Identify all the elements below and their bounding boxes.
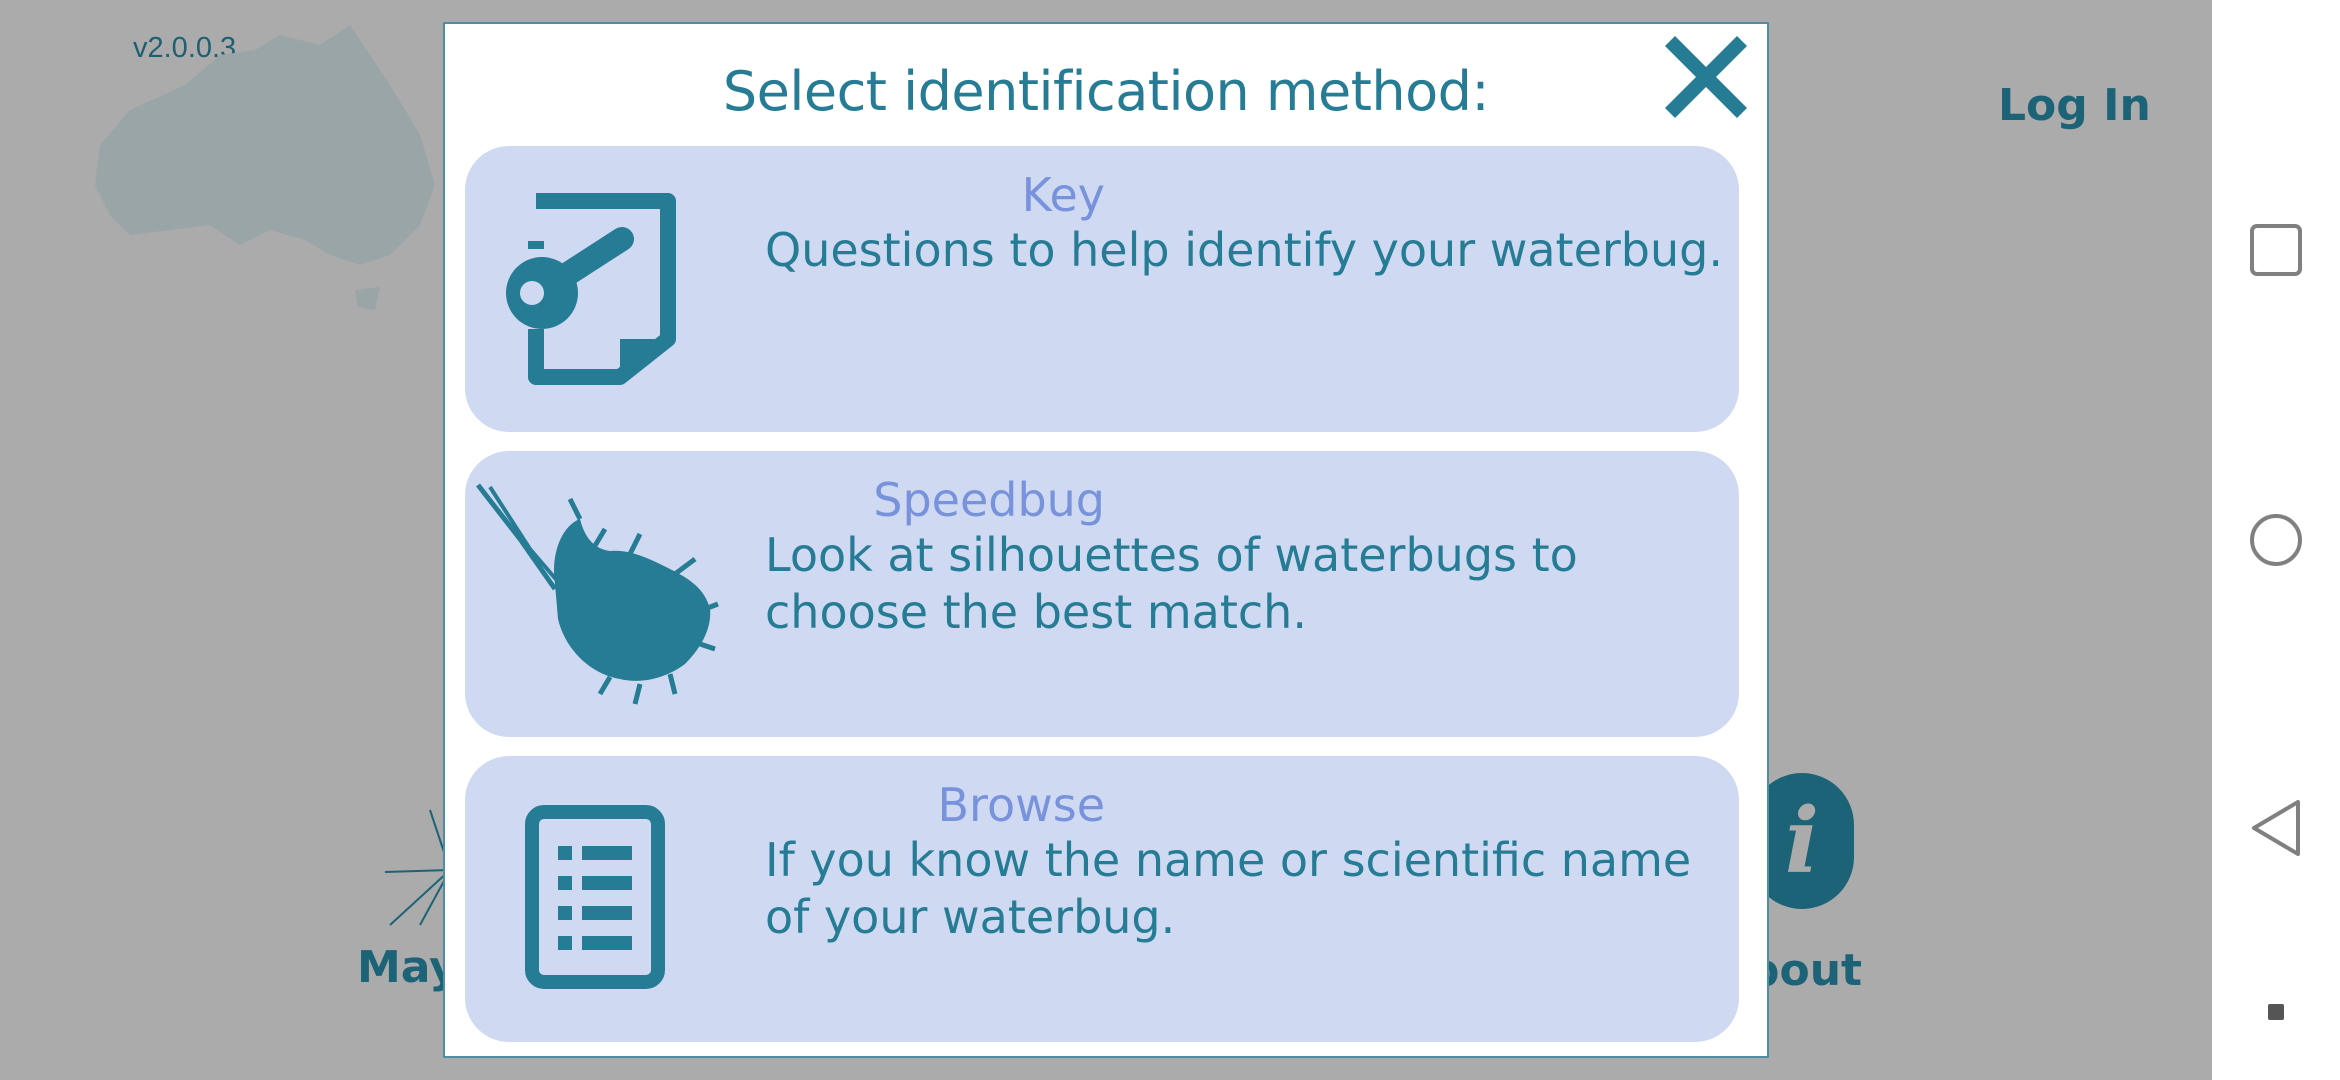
list-document-icon (465, 756, 725, 1042)
key-document-icon (465, 146, 725, 432)
info-icon: i (1784, 788, 1820, 894)
home-button[interactable] (2212, 512, 2340, 568)
option-browse-description: If you know the name or scientific name … (765, 833, 1692, 944)
option-speedbug[interactable]: Speedbug Look at silhouettes of waterbug… (465, 451, 1739, 737)
recents-icon (2250, 224, 2302, 276)
dot-indicator (2212, 1004, 2340, 1020)
option-speedbug-description: Look at silhouettes of waterbugs to choo… (765, 528, 1578, 639)
identification-method-dialog: Select identification method: Key Questi… (443, 22, 1769, 1058)
option-browse[interactable]: Browse If you know the name or scientifi… (465, 756, 1739, 1042)
recents-button[interactable] (2212, 222, 2340, 278)
close-icon[interactable] (1663, 34, 1749, 120)
dialog-title: Select identification method: (722, 60, 1490, 123)
back-button[interactable] (2212, 798, 2340, 858)
option-key[interactable]: Key Questions to help identify your wate… (465, 146, 1739, 432)
option-key-description: Questions to help identify your waterbug… (765, 223, 1723, 277)
login-button[interactable]: Log In (1998, 80, 2151, 131)
dot-indicator-icon (2268, 1004, 2284, 1020)
australia-map-icon (95, 25, 435, 310)
waterbug-silhouette-icon (465, 451, 725, 737)
system-navigation-bar (2212, 0, 2340, 1080)
back-icon (2252, 800, 2300, 856)
home-icon (2250, 514, 2302, 566)
